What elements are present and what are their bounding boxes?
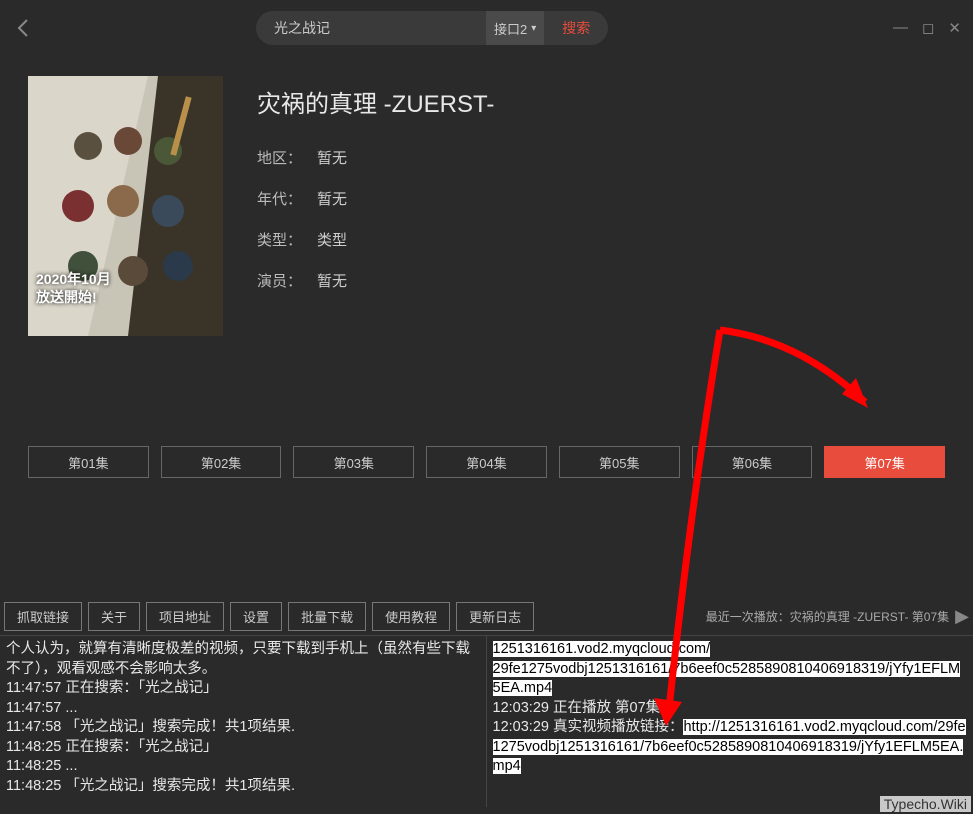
log-line: 29fe1275vodbj1251316161/7b6eef0c52858908… <box>493 661 961 697</box>
cast-label: 演员： <box>257 270 317 291</box>
media-title: 灾祸的真理 -ZUERST- <box>257 84 494 119</box>
log-line: 11:48:25 ... <box>6 757 480 777</box>
episode-list: 第01集 第02集 第03集 第04集 第05集 第06集 第07集 <box>0 446 973 478</box>
tab-grab-link[interactable]: 抓取链接 <box>4 602 82 631</box>
chevron-down-icon: ▾ <box>531 23 536 34</box>
recent-text: 灾祸的真理 -ZUERST- 第07集 <box>790 608 949 625</box>
tab-settings[interactable]: 设置 <box>230 602 282 631</box>
year-label: 年代： <box>257 188 317 209</box>
region-value: 暂无 <box>317 147 347 168</box>
maximize-button[interactable]: ◻ <box>922 19 934 37</box>
tab-project-url[interactable]: 项目地址 <box>146 602 224 631</box>
log-line: 12:03:29 真实视频播放链接：http://1251316161.vod2… <box>493 718 968 777</box>
episode-button[interactable]: 第01集 <box>28 446 149 478</box>
log-right-panel: 1251316161.vod2.myqcloud.com/ 29fe1275vo… <box>487 636 973 807</box>
log-line: 1251316161.vod2.myqcloud.com/ <box>493 641 711 657</box>
tab-changelog[interactable]: 更新日志 <box>456 602 534 631</box>
log-line: 个人认为，就算有清晰度极差的视频，只要下载到手机上（虽然有些下载不了），观看观感… <box>6 640 480 679</box>
episode-button[interactable]: 第04集 <box>426 446 547 478</box>
episode-button[interactable]: 第03集 <box>293 446 414 478</box>
interface-label: 接口2 <box>494 19 527 38</box>
log-line: 12:03:29 正在播放 第07集 <box>493 699 968 719</box>
cast-value: 暂无 <box>317 270 347 291</box>
log-line: 11:48:25 正在搜索：「光之战记」 <box>6 738 480 758</box>
log-left-panel: 个人认为，就算有清晰度极差的视频，只要下载到手机上（虽然有些下载不了），观看观感… <box>0 636 487 807</box>
tab-tutorial[interactable]: 使用教程 <box>372 602 450 631</box>
type-value: 类型 <box>317 229 347 250</box>
episode-button[interactable]: 第02集 <box>161 446 282 478</box>
minimize-button[interactable]: — <box>893 19 908 37</box>
play-icon[interactable]: ▶ <box>955 606 969 627</box>
watermark: Typecho.Wiki <box>880 796 971 812</box>
episode-button[interactable]: 第05集 <box>559 446 680 478</box>
episode-button[interactable]: 第06集 <box>692 446 813 478</box>
search-button[interactable]: 搜索 <box>544 11 608 45</box>
log-line: 11:48:25 「光之战记」搜索完成！共1项结果. <box>6 777 480 797</box>
back-button[interactable] <box>12 16 36 40</box>
search-box: 接口2 ▾ 搜索 <box>256 11 608 45</box>
close-button[interactable]: ✕ <box>948 19 961 37</box>
interface-select[interactable]: 接口2 ▾ <box>486 11 544 45</box>
year-value: 暂无 <box>317 188 347 209</box>
log-line: 11:47:57 ... <box>6 699 480 719</box>
search-input[interactable] <box>256 11 486 45</box>
episode-button-active[interactable]: 第07集 <box>824 446 945 478</box>
log-line: 11:47:58 「光之战记」搜索完成！共1项结果. <box>6 718 480 738</box>
poster-text-1: 2020年10月 <box>36 270 111 288</box>
type-label: 类型： <box>257 229 317 250</box>
recent-prefix: 最近一次播放： <box>706 608 790 625</box>
log-line: 11:47:57 正在搜索：「光之战记」 <box>6 679 480 699</box>
poster-text-2: 放送開始! <box>36 288 111 306</box>
poster-image: 2020年10月 放送開始! <box>28 76 223 336</box>
tab-about[interactable]: 关于 <box>88 602 140 631</box>
tab-batch-download[interactable]: 批量下载 <box>288 602 366 631</box>
region-label: 地区： <box>257 147 317 168</box>
